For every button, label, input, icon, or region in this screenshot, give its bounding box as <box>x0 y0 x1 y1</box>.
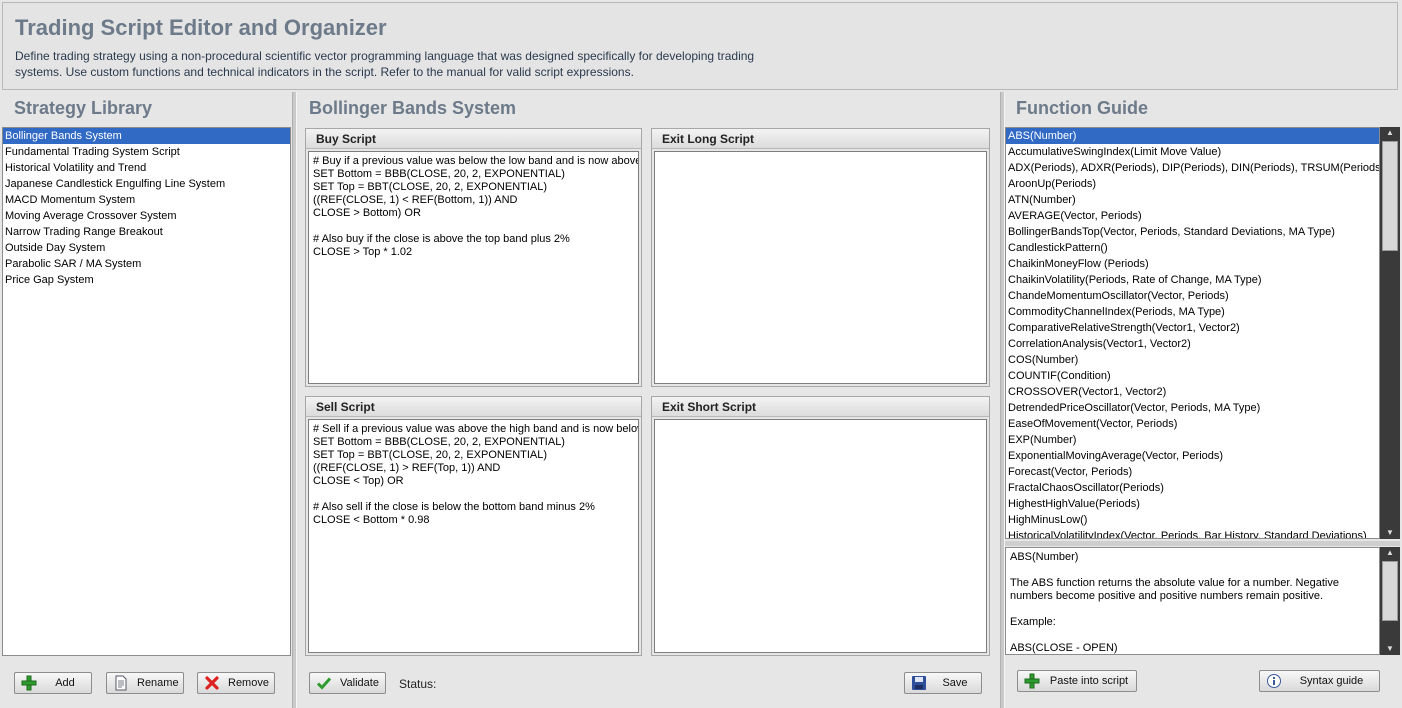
function-guide-panel: Function Guide ABS(Number) AccumulativeSw… <box>1005 92 1402 708</box>
sell-script-label: Sell Script <box>306 397 641 417</box>
function-list-item[interactable]: ABS(Number) <box>1006 128 1379 144</box>
function-help-text: ABS(Number) The ABS function returns the… <box>1005 547 1380 655</box>
strategy-list-item[interactable]: Japanese Candlestick Engulfing Line Syst… <box>3 176 290 192</box>
rename-button-label: Rename <box>137 677 179 689</box>
buy-script-label: Buy Script <box>306 129 641 149</box>
function-list-item[interactable]: COS(Number) <box>1006 352 1379 368</box>
app-title: Trading Script Editor and Organizer <box>15 15 387 40</box>
strategy-list-item[interactable]: MACD Momentum System <box>3 192 290 208</box>
exit-short-script-editor[interactable] <box>654 419 987 653</box>
syntax-guide-button[interactable]: Syntax guide <box>1259 670 1380 692</box>
function-list-item[interactable]: CandlestickPattern() <box>1006 240 1379 256</box>
remove-button[interactable]: Remove <box>197 672 275 694</box>
validate-button[interactable]: Validate <box>309 672 386 694</box>
floppy-icon <box>911 675 927 691</box>
function-list-item[interactable]: ADX(Periods), ADXR(Periods), DIP(Periods… <box>1006 160 1379 176</box>
function-list-item[interactable]: AVERAGE(Vector, Periods) <box>1006 208 1379 224</box>
syntax-button-label: Syntax guide <box>1299 675 1364 687</box>
buy-script-editor[interactable]: # Buy if a previous value was below the … <box>308 151 639 384</box>
scroll-up-icon[interactable]: ▲ <box>1380 547 1400 559</box>
strategy-list-item[interactable]: Parabolic SAR / MA System <box>3 256 290 272</box>
paste-into-script-button[interactable]: Paste into script <box>1017 670 1137 692</box>
function-list-scrollbar[interactable]: ▲ ▼ <box>1380 127 1400 539</box>
function-list-item[interactable]: CROSSOVER(Vector1, Vector2) <box>1006 384 1379 400</box>
help-scrollbar[interactable]: ▲ ▼ <box>1380 547 1400 655</box>
script-editor-panel: Bollinger Bands System Buy Script # Buy … <box>297 92 1000 708</box>
remove-button-label: Remove <box>228 677 269 689</box>
function-list-item[interactable]: FractalChaosOscillator(Periods) <box>1006 480 1379 496</box>
rename-button[interactable]: Rename <box>106 672 184 694</box>
scroll-up-icon[interactable]: ▲ <box>1380 127 1400 139</box>
function-list-item[interactable]: ChandeMomentumOscillator(Vector, Periods… <box>1006 288 1379 304</box>
check-icon <box>316 675 332 691</box>
function-list-item[interactable]: ChaikinVolatility(Periods, Rate of Chang… <box>1006 272 1379 288</box>
function-list-item[interactable]: CorrelationAnalysis(Vector1, Vector2) <box>1006 336 1379 352</box>
function-list-item[interactable]: Forecast(Vector, Periods) <box>1006 464 1379 480</box>
strategy-name-title: Bollinger Bands System <box>309 98 517 118</box>
function-list-item[interactable]: ATN(Number) <box>1006 192 1379 208</box>
function-list-item[interactable]: HistoricalVolatilityIndex(Vector, Period… <box>1006 528 1379 538</box>
exit-short-script-label: Exit Short Script <box>652 397 989 417</box>
function-list-item[interactable]: COUNTIF(Condition) <box>1006 368 1379 384</box>
function-list-item[interactable]: EXP(Number) <box>1006 432 1379 448</box>
function-list-item[interactable]: HighMinusLow() <box>1006 512 1379 528</box>
guide-splitter[interactable] <box>1005 541 1400 546</box>
function-list-item[interactable]: ChaikinMoneyFlow (Periods) <box>1006 256 1379 272</box>
scrollbar-thumb[interactable] <box>1382 141 1398 251</box>
add-button-label: Add <box>55 677 75 689</box>
plus-icon <box>21 675 37 691</box>
function-list-item[interactable]: AroonUp(Periods) <box>1006 176 1379 192</box>
function-list-item[interactable]: ExponentialMovingAverage(Vector, Periods… <box>1006 448 1379 464</box>
add-button[interactable]: Add <box>14 672 92 694</box>
strategy-list-item[interactable]: Outside Day System <box>3 240 290 256</box>
function-list-item[interactable]: CommodityChannelIndex(Periods, MA Type) <box>1006 304 1379 320</box>
x-icon <box>204 675 220 691</box>
function-list-item[interactable]: ComparativeRelativeStrength(Vector1, Vec… <box>1006 320 1379 336</box>
buy-script-group: Buy Script # Buy if a previous value was… <box>305 128 642 387</box>
exit-long-script-editor[interactable] <box>654 151 987 384</box>
strategy-list-item[interactable]: Moving Average Crossover System <box>3 208 290 224</box>
save-button-label: Save <box>942 677 968 689</box>
sell-script-group: Sell Script # Sell if a previous value w… <box>305 396 642 656</box>
strategy-list[interactable]: Bollinger Bands System Fundamental Tradin… <box>2 127 291 656</box>
function-list[interactable]: ABS(Number) AccumulativeSwingIndex(Limit … <box>1005 127 1380 539</box>
strategy-library-panel: Strategy Library Bollinger Bands System F… <box>0 92 292 708</box>
strategy-list-item[interactable]: Fundamental Trading System Script <box>3 144 290 160</box>
scroll-down-icon[interactable]: ▼ <box>1380 643 1400 655</box>
strategy-list-item[interactable]: Bollinger Bands System <box>3 128 290 144</box>
function-list-item[interactable]: BollingerBandsTop(Vector, Periods, Stand… <box>1006 224 1379 240</box>
status-label: Status: <box>399 677 437 691</box>
scrollbar-thumb[interactable] <box>1382 561 1398 621</box>
save-button[interactable]: Save <box>904 672 982 694</box>
document-icon <box>113 675 129 691</box>
app-description: Define trading strategy using a non-proc… <box>15 49 755 79</box>
function-list-item[interactable]: DetrendedPriceOscillator(Vector, Periods… <box>1006 400 1379 416</box>
strategy-library-title: Strategy Library <box>14 98 153 118</box>
validate-button-label: Validate <box>340 677 379 689</box>
scroll-down-icon[interactable]: ▼ <box>1380 527 1400 539</box>
strategy-list-item[interactable]: Price Gap System <box>3 272 290 288</box>
function-list-item[interactable]: AccumulativeSwingIndex(Limit Move Value) <box>1006 144 1379 160</box>
exit-short-script-group: Exit Short Script <box>651 396 990 656</box>
info-icon <box>1266 673 1282 689</box>
function-list-item[interactable]: HighestHighValue(Periods) <box>1006 496 1379 512</box>
plus-icon <box>1024 673 1040 689</box>
exit-long-script-group: Exit Long Script <box>651 128 990 387</box>
function-list-item[interactable]: EaseOfMovement(Vector, Periods) <box>1006 416 1379 432</box>
header-banner: Trading Script Editor and Organizer Defi… <box>2 2 1398 90</box>
sell-script-editor[interactable]: # Sell if a previous value was above the… <box>308 419 639 653</box>
strategy-list-item[interactable]: Narrow Trading Range Breakout <box>3 224 290 240</box>
paste-button-label: Paste into script <box>1049 675 1129 687</box>
strategy-list-item[interactable]: Historical Volatility and Trend <box>3 160 290 176</box>
exit-long-script-label: Exit Long Script <box>652 129 989 149</box>
function-guide-title: Function Guide <box>1016 98 1148 118</box>
